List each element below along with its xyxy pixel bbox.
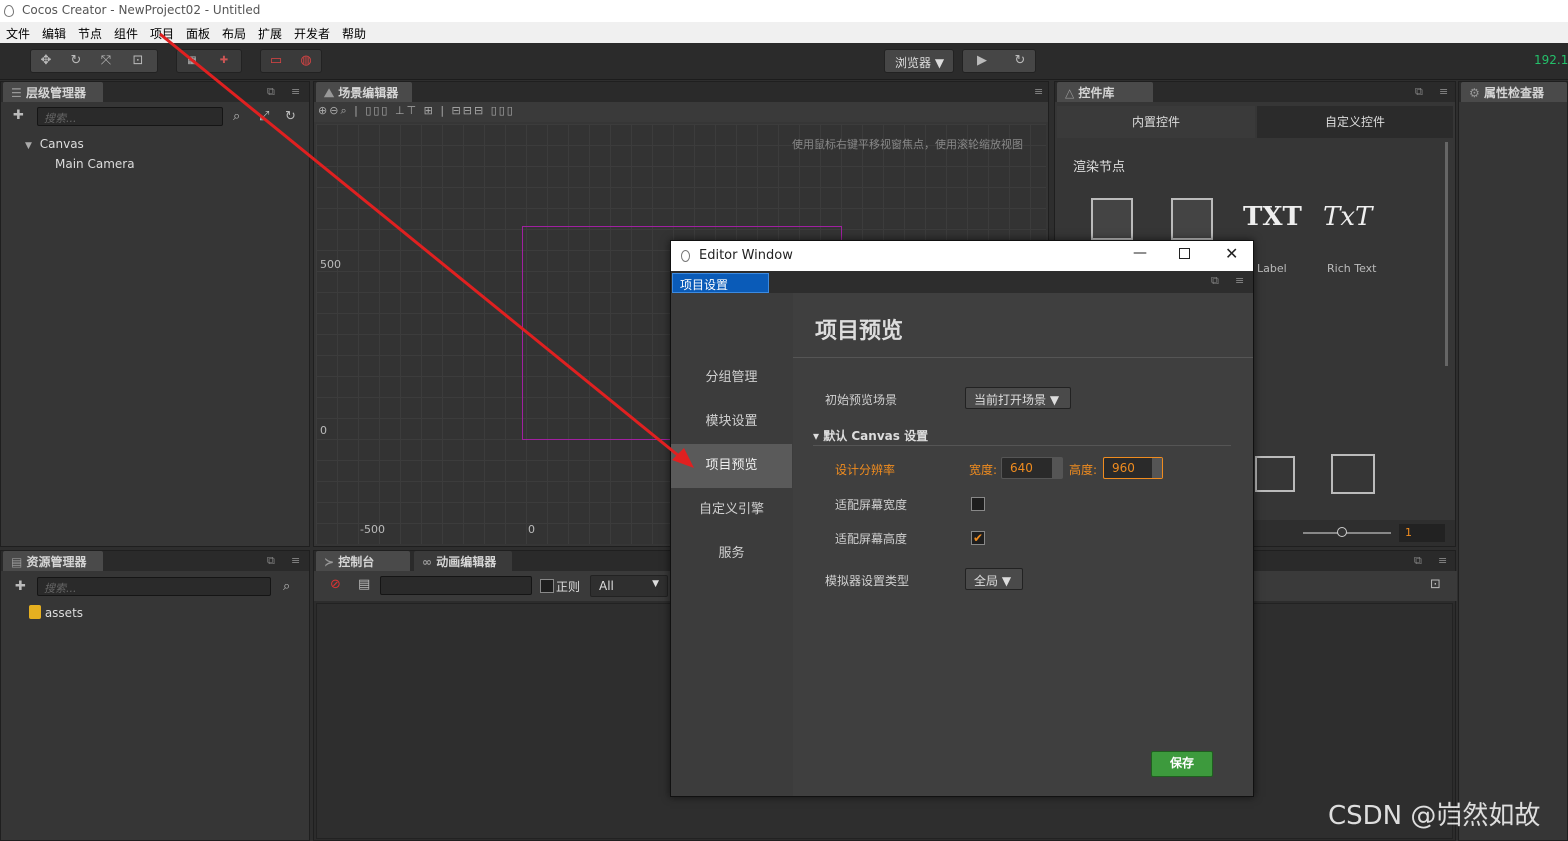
watermark: CSDN @岿然如故 [1328,801,1541,831]
annotation-arrow [159,32,694,468]
